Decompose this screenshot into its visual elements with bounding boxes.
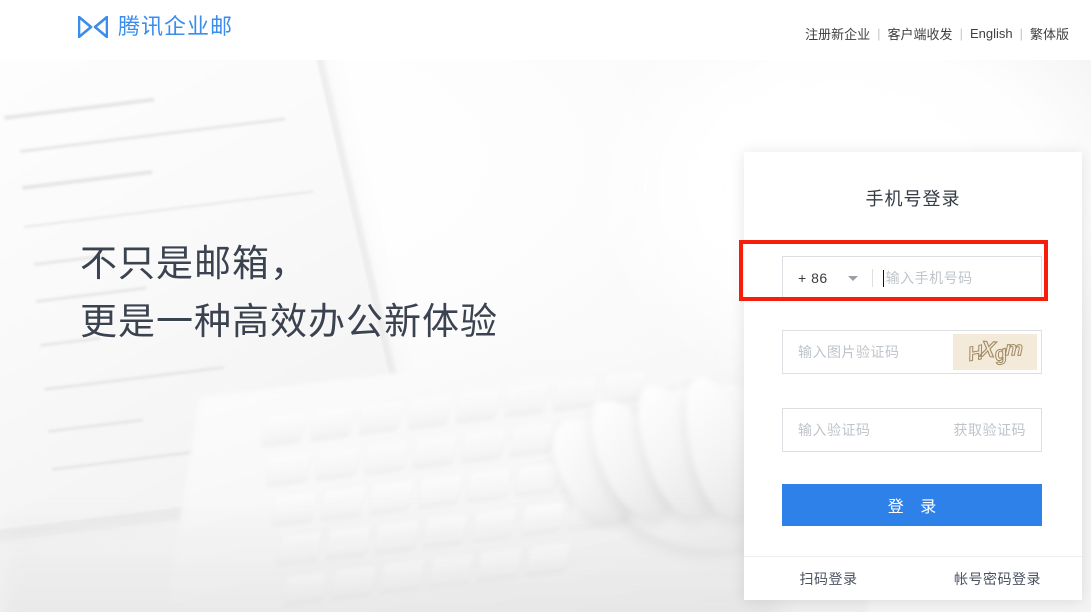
nav-link-register-enterprise[interactable]: 注册新企业 — [805, 24, 870, 43]
sms-code-field[interactable]: 输入验证码 获取验证码 — [782, 408, 1042, 452]
brand-name: 腾讯企业邮 — [118, 14, 234, 39]
hero-headline: 不只是邮箱， 更是一种高效办公新体验 — [80, 235, 498, 351]
captcha-image-text: HXgm — [966, 337, 1023, 367]
field-divider — [871, 269, 873, 287]
nav-separator: | — [877, 26, 881, 41]
send-sms-code-button[interactable]: 获取验证码 — [954, 420, 1042, 440]
phone-number-placeholder: 输入手机号码 — [885, 270, 973, 286]
header-nav-links: 注册新企业 | 客户端收发 | English | 繁体版 — [805, 24, 1069, 43]
country-code-value[interactable]: + 86 — [798, 270, 828, 286]
nav-link-english[interactable]: English — [970, 26, 1013, 41]
nav-link-traditional-chinese[interactable]: 繁体版 — [1030, 24, 1069, 43]
nav-link-client-access[interactable]: 客户端收发 — [888, 24, 953, 43]
nav-separator: | — [959, 26, 963, 41]
login-panel-footer: 扫码登录 帐号密码登录 — [744, 556, 1082, 601]
text-caret — [882, 269, 884, 287]
account-password-login-link[interactable]: 帐号密码登录 — [913, 569, 1082, 589]
login-page: 腾讯企业邮 注册新企业 | 客户端收发 | English | 繁体版 不只是邮… — [0, 0, 1091, 612]
nav-separator: | — [1019, 26, 1023, 41]
login-submit-button[interactable]: 登 录 — [782, 484, 1042, 526]
phone-number-field[interactable]: + 86 输入手机号码 — [782, 256, 1042, 300]
sms-code-placeholder: 输入验证码 — [798, 422, 871, 438]
chevron-down-icon[interactable] — [847, 275, 858, 281]
login-panel: 手机号登录 + 86 输入手机号码 输入图片验证码 HXgm 输入验证码 获取验… — [744, 152, 1082, 600]
image-captcha-field[interactable]: 输入图片验证码 HXgm — [782, 330, 1042, 374]
hero-headline-line-2: 更是一种高效办公新体验 — [80, 301, 498, 342]
image-captcha-placeholder: 输入图片验证码 — [798, 344, 900, 360]
desk-shadow — [0, 502, 780, 612]
login-panel-title: 手机号登录 — [865, 189, 961, 209]
hero-headline-line-1: 不只是邮箱， — [80, 243, 308, 284]
page-header: 腾讯企业邮 注册新企业 | 客户端收发 | English | 繁体版 — [0, 0, 1091, 60]
qr-code-login-link[interactable]: 扫码登录 — [744, 569, 913, 589]
tencent-exmail-bowtie-logo-icon — [78, 16, 108, 38]
brand-logo[interactable]: 腾讯企业邮 — [78, 16, 233, 38]
captcha-image[interactable]: HXgm — [953, 334, 1037, 370]
